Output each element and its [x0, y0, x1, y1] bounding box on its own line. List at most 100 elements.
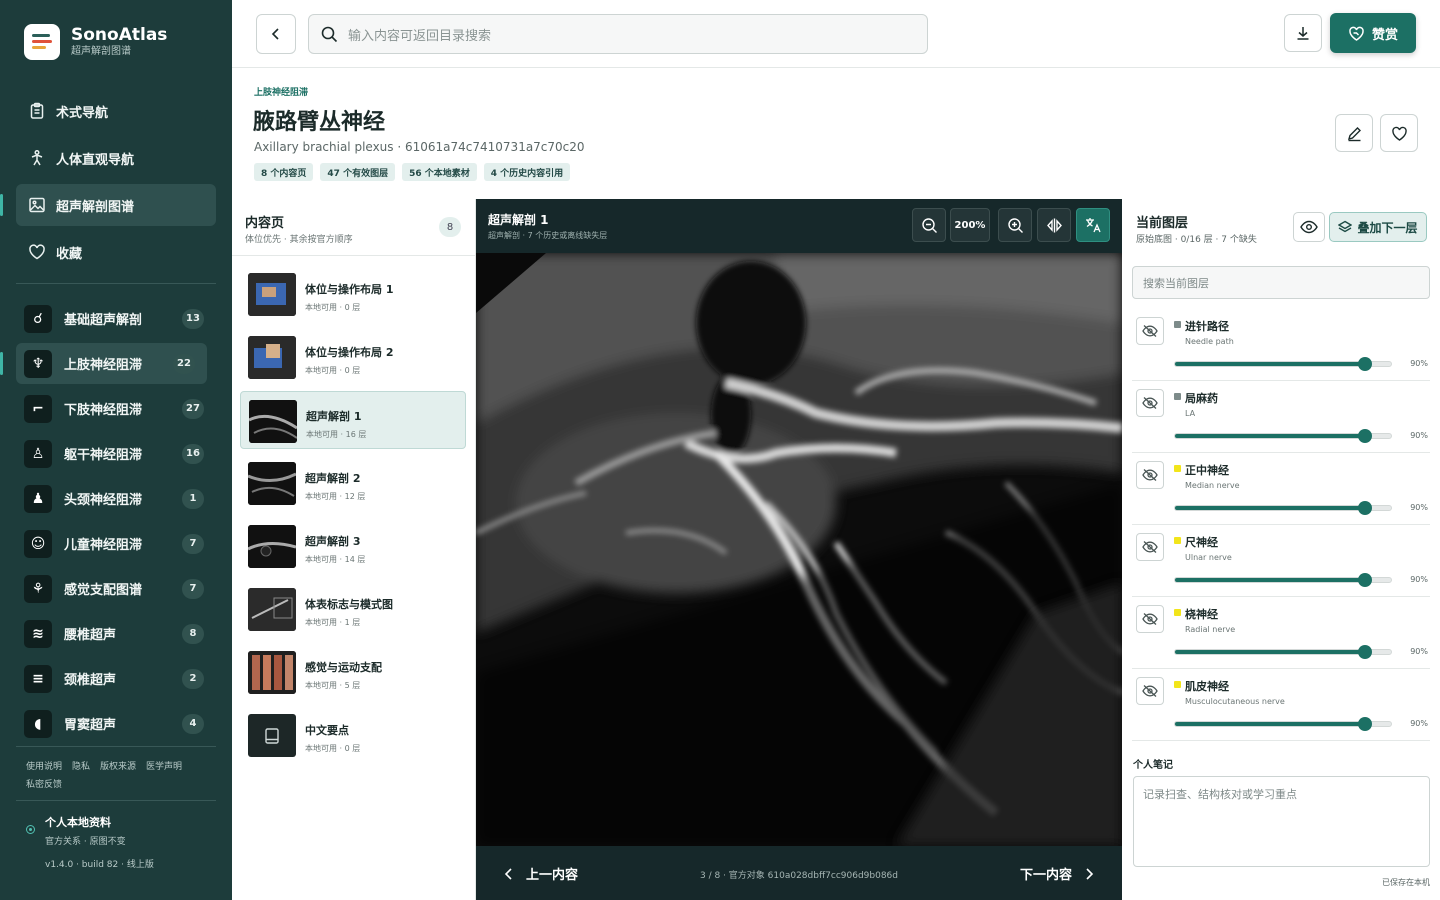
content-item-active[interactable]: 超声解剖 1 本地可用 · 16 层 — [240, 391, 466, 449]
heart-icon — [29, 244, 45, 260]
layer-visibility-toggle[interactable] — [1136, 677, 1164, 705]
category-item[interactable]: ♙ 躯干神经阻滞 16 — [16, 433, 216, 474]
content-item-title: 体表标志与模式图 — [305, 598, 393, 611]
content-item[interactable]: 中文要点 本地可用 · 0 层 — [240, 706, 466, 764]
category-item[interactable]: ☌ 基础超声解剖 13 — [16, 298, 216, 339]
layer-search-input[interactable]: 搜索当前图层 — [1132, 266, 1430, 299]
eye-off-icon — [1142, 541, 1158, 553]
opacity-slider-handle[interactable] — [1358, 645, 1372, 659]
probe-icon: ☌ — [24, 304, 52, 333]
ultrasound-image[interactable] — [476, 253, 1122, 846]
opacity-slider-handle[interactable] — [1358, 357, 1372, 371]
layer-visibility-toggle[interactable] — [1136, 461, 1164, 489]
category-item[interactable]: ≡ 颈椎超声 2 — [16, 658, 216, 699]
content-item[interactable]: 体表标志与模式图 本地可用 · 1 层 — [240, 580, 466, 638]
toggle-all-visibility-button[interactable] — [1293, 212, 1325, 242]
content-item-title: 中文要点 — [305, 724, 349, 737]
opacity-slider[interactable] — [1174, 429, 1392, 443]
zoom-level[interactable]: 200% — [950, 208, 990, 242]
layer-row[interactable]: 肌皮神经 Musculocutaneous nerve 90% — [1132, 669, 1430, 741]
category-item-active[interactable]: ♆ 上肢神经阻滞 22 — [0, 343, 207, 384]
sensory-map-icon: ⚘ — [24, 574, 52, 603]
lumbar-spine-icon: ≋ — [24, 619, 52, 648]
count-badge: 2 — [182, 668, 204, 689]
link-copyright[interactable]: 版权来源 — [100, 762, 136, 772]
edit-button[interactable] — [1335, 114, 1373, 152]
opacity-slider-handle[interactable] — [1358, 573, 1372, 587]
content-item-sub: 本地可用 · 0 层 — [305, 744, 361, 753]
content-item[interactable]: 体位与操作布局 1 本地可用 · 0 层 — [240, 265, 466, 323]
layer-row[interactable]: 进针路径 Needle path 90% — [1132, 309, 1430, 381]
layer-name: 尺神经 — [1185, 536, 1218, 549]
opacity-slider-fill — [1175, 434, 1365, 438]
layer-visibility-toggle[interactable] — [1136, 389, 1164, 417]
eye-off-icon — [1142, 397, 1158, 409]
translate-button[interactable] — [1076, 208, 1110, 242]
layer-row[interactable]: 正中神经 Median nerve 90% — [1132, 453, 1430, 525]
nav-item-favorites[interactable]: 收藏 — [16, 231, 216, 273]
opacity-value: 90% — [1410, 575, 1428, 584]
add-next-layer-button[interactable]: 叠加下一层 — [1329, 212, 1427, 242]
layer-english-name: Median nerve — [1185, 481, 1240, 490]
opacity-slider-fill — [1175, 650, 1365, 654]
nav-label: 超声解剖图谱 — [56, 199, 135, 215]
opacity-slider[interactable] — [1174, 717, 1392, 731]
layer-english-name: LA — [1185, 409, 1196, 418]
opacity-slider-fill — [1175, 362, 1365, 366]
link-privacy[interactable]: 隐私 — [72, 762, 90, 772]
category-item[interactable]: ⚘ 感觉支配图谱 7 — [16, 568, 216, 609]
zoom-in-button[interactable] — [998, 208, 1032, 242]
eye-off-icon — [1142, 685, 1158, 697]
layer-row[interactable]: 尺神经 Ulnar nerve 90% — [1132, 525, 1430, 597]
page-subtitle: Axillary brachial plexus · 61061a74c7410… — [254, 140, 585, 154]
layer-row[interactable]: 桡神经 Radial nerve 90% — [1132, 597, 1430, 669]
content-item[interactable]: 体位与操作布局 2 本地可用 · 0 层 — [240, 328, 466, 386]
back-button[interactable] — [256, 14, 296, 54]
count-badge: 13 — [182, 308, 204, 329]
nav-item-body[interactable]: 人体直观导航 — [16, 137, 216, 179]
category-item[interactable]: ◖ 胃窦超声 4 — [16, 703, 216, 744]
zoom-out-button[interactable] — [912, 208, 946, 242]
opacity-slider[interactable] — [1174, 573, 1392, 587]
category-item[interactable]: ♟ 头颈神经阻滞 1 — [16, 478, 216, 519]
flip-button[interactable] — [1037, 208, 1071, 242]
category-item[interactable]: ⌐ 下肢神经阻滞 27 — [16, 388, 216, 429]
nav-label: 人体直观导航 — [56, 152, 135, 168]
nav-item-procedures[interactable]: 术式导航 — [16, 90, 216, 132]
content-item[interactable]: 超声解剖 2 本地可用 · 12 层 — [240, 454, 466, 512]
search-bar[interactable]: 输入内容可返回目录搜索 — [308, 14, 928, 54]
category-item[interactable]: ☺ 儿童神经阻滞 7 — [16, 523, 216, 564]
next-button[interactable]: 下一内容 — [1020, 864, 1094, 883]
brand[interactable]: SonoAtlas 超声解剖图谱 — [24, 24, 167, 60]
profile-name: 个人本地资料 — [45, 816, 111, 829]
layer-english-name: Needle path — [1185, 337, 1234, 346]
page-header: 上肢神经阻滞 腋路臂丛神经 Axillary brachial plexus ·… — [232, 68, 1440, 199]
opacity-slider[interactable] — [1174, 645, 1392, 659]
layer-visibility-toggle[interactable] — [1136, 605, 1164, 633]
cervical-spine-icon: ≡ — [24, 664, 52, 693]
link-usage[interactable]: 使用说明 — [26, 762, 62, 772]
clipboard-icon — [30, 102, 44, 119]
layer-visibility-toggle[interactable] — [1136, 533, 1164, 561]
link-medical[interactable]: 医学声明 — [146, 762, 182, 772]
eye-off-icon — [1142, 325, 1158, 337]
nav-item-atlas[interactable]: 超声解剖图谱 — [0, 184, 216, 226]
opacity-slider[interactable] — [1174, 501, 1392, 515]
breadcrumb[interactable]: 上肢神经阻滞 — [254, 85, 308, 98]
favorite-button[interactable] — [1380, 114, 1418, 152]
link-feedback[interactable]: 私密反馈 — [26, 780, 62, 790]
layer-visibility-toggle[interactable] — [1136, 317, 1164, 345]
opacity-slider-handle[interactable] — [1358, 429, 1372, 443]
content-item[interactable]: 超声解剖 3 本地可用 · 14 层 — [240, 517, 466, 575]
layer-row[interactable]: 局麻药 LA 90% — [1132, 381, 1430, 453]
content-item-sub: 本地可用 · 0 层 — [305, 366, 361, 375]
search-input[interactable]: 输入内容可返回目录搜索 — [348, 25, 491, 44]
download-button[interactable] — [1284, 14, 1322, 52]
opacity-slider-handle[interactable] — [1358, 717, 1372, 731]
notes-textarea[interactable]: 记录扫查、结构核对或学习重点 — [1133, 776, 1430, 867]
category-item[interactable]: ≋ 腰椎超声 8 — [16, 613, 216, 654]
content-item[interactable]: 感觉与运动支配 本地可用 · 5 层 — [240, 643, 466, 701]
opacity-slider[interactable] — [1174, 357, 1392, 371]
donate-button[interactable]: 赞赏 — [1330, 13, 1416, 53]
opacity-slider-handle[interactable] — [1358, 501, 1372, 515]
